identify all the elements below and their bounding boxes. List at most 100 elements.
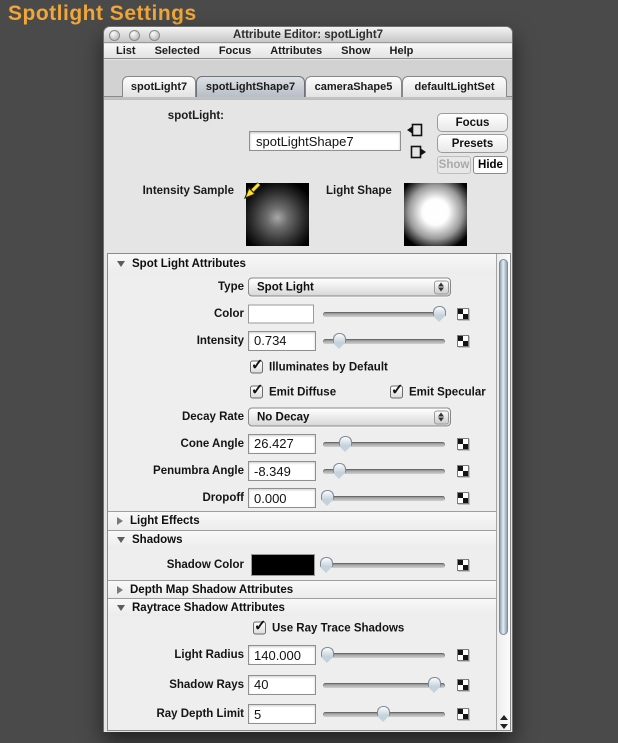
emit-diffuse-checkbox[interactable] [250, 381, 264, 399]
stepper-icon [433, 280, 449, 294]
color-label: Color [213, 307, 244, 320]
expand-triangle-icon [117, 585, 123, 594]
use-raytrace-checkbox[interactable] [253, 617, 267, 635]
texture-map-icon[interactable] [457, 492, 469, 504]
slider-thumb[interactable] [320, 647, 334, 663]
slider-track[interactable] [323, 562, 445, 568]
emit-diffuse-label: Emit Diffuse [269, 386, 337, 398]
shadow-rays-slider[interactable] [323, 676, 445, 693]
shadow-color-swatch[interactable] [251, 553, 315, 576]
light-radius-slider[interactable] [320, 647, 445, 663]
slider-thumb[interactable] [319, 556, 333, 573]
slider-thumb[interactable] [320, 490, 334, 506]
cone-angle-slider[interactable] [323, 435, 445, 452]
dropoff-input[interactable] [248, 488, 316, 508]
light-radius-input[interactable] [248, 645, 316, 665]
tab-spotlight7[interactable]: spotLight7 [122, 76, 196, 97]
slider-track[interactable] [323, 311, 445, 317]
shadow-color-slider[interactable] [319, 556, 445, 573]
type-dropdown[interactable]: Spot Light [248, 277, 451, 297]
menu-show[interactable]: Show [341, 45, 370, 57]
section-title: Shadows [132, 534, 183, 546]
section-raytrace-shadow[interactable]: Raytrace Shadow Attributes [108, 598, 498, 616]
emit-specular-checkbox[interactable] [390, 381, 404, 399]
penumbra-angle-slider[interactable] [323, 463, 445, 479]
shadow-rays-row: Shadow Rays [108, 670, 498, 699]
texture-map-icon[interactable] [457, 649, 469, 661]
texture-map-icon[interactable] [457, 558, 469, 571]
section-title: Depth Map Shadow Attributes [130, 583, 294, 596]
section-title: Raytrace Shadow Attributes [132, 601, 285, 614]
cone-angle-input[interactable] [248, 433, 316, 454]
intensity-sample-label: Intensity Sample [142, 185, 234, 197]
expand-triangle-icon [117, 517, 123, 525]
section-title: Light Effects [130, 515, 200, 527]
slider-thumb[interactable] [333, 332, 347, 349]
menu-list[interactable]: List [116, 45, 136, 57]
page-title: Spotlight Settings [8, 2, 197, 25]
cone-angle-row: Cone Angle [108, 430, 498, 457]
texture-map-icon[interactable] [457, 678, 469, 691]
dropoff-row: Dropoff [108, 485, 498, 511]
use-raytrace-row: Use Ray Trace Shadows [108, 616, 498, 640]
light-shape-image [404, 183, 467, 246]
color-swatch[interactable] [248, 304, 314, 323]
tab-spotlightshape7[interactable]: spotLightShape7 [196, 76, 305, 97]
window-titlebar[interactable]: Attribute Editor: spotLight7 [104, 27, 512, 43]
tab-camerashape5[interactable]: cameraShape5 [305, 76, 402, 97]
penumbra-angle-row: Penumbra Angle [108, 457, 498, 485]
texture-map-icon[interactable] [457, 708, 469, 720]
decay-rate-dropdown[interactable]: No Decay [248, 407, 451, 427]
slider-track[interactable] [323, 496, 445, 501]
penumbra-angle-input[interactable] [248, 461, 316, 481]
intensity-row: Intensity [108, 327, 498, 354]
section-spot-light-attributes[interactable]: Spot Light Attributes [108, 254, 498, 274]
shadow-rays-input[interactable] [248, 674, 316, 695]
scrollbar-thumb[interactable] [498, 259, 508, 635]
node-name-input[interactable] [249, 131, 401, 151]
slider-track[interactable] [323, 653, 445, 658]
focus-button[interactable]: Focus [437, 113, 508, 132]
menu-bar: List Selected Focus Attributes Show Help [104, 44, 512, 59]
intensity-input[interactable] [248, 330, 316, 351]
arrow-out-of-box-icon[interactable] [410, 144, 426, 160]
section-depth-map-shadow[interactable]: Depth Map Shadow Attributes [108, 580, 498, 598]
slider-thumb[interactable] [333, 463, 347, 479]
slider-thumb[interactable] [433, 305, 447, 322]
tab-defaultlightset[interactable]: defaultLightSet [402, 76, 507, 97]
scroll-up-arrow-icon[interactable] [500, 715, 508, 720]
presets-button[interactable]: Presets [437, 134, 508, 153]
scroll-down-arrow-icon[interactable] [500, 724, 508, 729]
light-radius-row: Light Radius [108, 640, 498, 670]
section-shadows[interactable]: Shadows [108, 530, 498, 549]
slider-thumb[interactable] [377, 706, 390, 722]
show-button: Show [437, 156, 471, 174]
type-value: Spot Light [257, 281, 314, 293]
menu-selected[interactable]: Selected [155, 45, 200, 57]
texture-map-icon[interactable] [457, 465, 469, 477]
texture-map-icon[interactable] [457, 334, 469, 347]
ray-depth-limit-slider[interactable] [323, 706, 445, 722]
ray-depth-limit-input[interactable] [248, 704, 316, 724]
dropoff-label: Dropoff [202, 492, 244, 504]
color-slider[interactable] [323, 305, 447, 322]
texture-map-icon[interactable] [457, 307, 469, 320]
ray-depth-limit-row: Ray Depth Limit [108, 699, 498, 729]
illuminates-checkbox[interactable] [250, 356, 264, 374]
dropoff-slider[interactable] [320, 490, 445, 506]
menu-attributes[interactable]: Attributes [270, 45, 322, 57]
intensity-slider[interactable] [323, 332, 445, 349]
texture-map-icon[interactable] [457, 437, 469, 450]
slider-thumb[interactable] [339, 435, 353, 452]
section-light-effects[interactable]: Light Effects [108, 511, 498, 530]
arrow-into-box-icon[interactable] [407, 122, 423, 138]
scrollbar[interactable] [496, 254, 510, 730]
menu-help[interactable]: Help [390, 45, 414, 57]
collapse-triangle-icon [117, 604, 125, 611]
hide-button[interactable]: Hide [473, 156, 508, 174]
decay-rate-value: No Decay [257, 411, 310, 423]
slider-thumb[interactable] [428, 676, 442, 693]
decay-rate-label: Decay Rate [181, 411, 244, 423]
slider-track[interactable] [323, 682, 445, 688]
menu-focus[interactable]: Focus [219, 45, 251, 57]
